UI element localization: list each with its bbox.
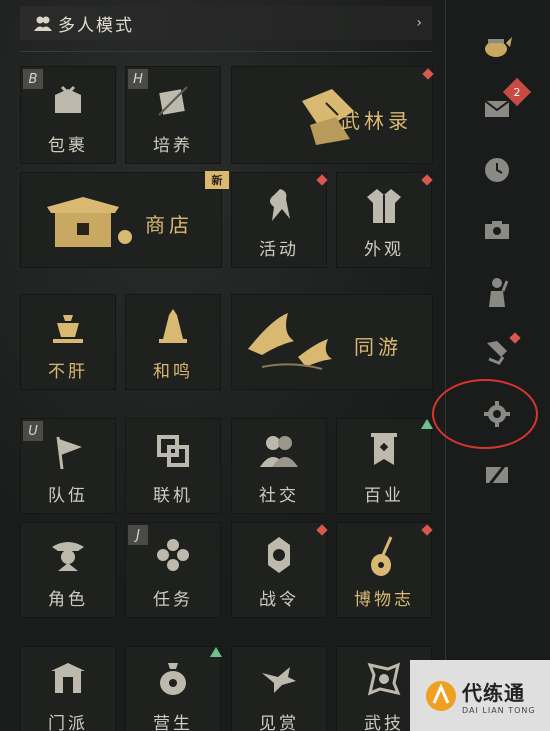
tile-menpai[interactable]: 门派 (20, 646, 116, 731)
mail-icon (484, 100, 510, 117)
teacup-icon (49, 309, 87, 349)
dove-icon (260, 663, 298, 699)
money-bag-icon (156, 661, 190, 701)
chevron-right-icon: › (416, 15, 422, 31)
watermark-en: DAI LIAN TONG (462, 705, 536, 715)
tile-label: 百业 (364, 486, 404, 506)
mode-label: 多人模式 (58, 15, 134, 36)
shop-icon (43, 193, 135, 257)
tile-label: 和鸣 (153, 362, 193, 382)
sidebar-pet-button[interactable] (480, 30, 514, 64)
lantern-icon (262, 535, 296, 579)
tile-wulinlu[interactable]: 武林录 (231, 66, 434, 164)
quest-flower-icon (155, 537, 191, 577)
tile-label: 门派 (48, 714, 88, 731)
tile-baoguo[interactable]: B 包裹 (20, 66, 116, 164)
tile-heming[interactable]: 和鸣 (125, 294, 221, 390)
flag-icon (50, 433, 86, 475)
tile-label: 商店 (145, 213, 193, 237)
hotkey-badge: B (23, 69, 43, 89)
notification-dot (421, 174, 433, 186)
swirl-icon (366, 661, 402, 701)
divider (20, 51, 432, 52)
tile-tongyou[interactable]: 同游 (231, 294, 433, 390)
tile-waiguan[interactable]: 外观 (336, 172, 433, 268)
watermark: 代练通 DAI LIAN TONG (410, 660, 550, 731)
pet-icon (485, 37, 512, 57)
sidebar-camera-button[interactable] (480, 213, 514, 247)
camera-icon (485, 221, 509, 239)
link-icon (155, 433, 191, 473)
tile-label: 博物志 (354, 590, 414, 610)
hand-scroll-icon (487, 341, 507, 365)
tile-label: 任务 (153, 590, 193, 610)
sidebar-gesture-button[interactable] (480, 334, 514, 368)
tile-label: 同游 (354, 335, 402, 359)
character-icon (48, 537, 88, 577)
notification-dot (316, 524, 328, 536)
tile-label: 培养 (153, 136, 193, 156)
tile-baiye[interactable]: 百业 (336, 418, 433, 514)
robe-icon (365, 185, 403, 229)
emote-icon (489, 278, 509, 307)
tile-juese[interactable]: 角色 (20, 522, 116, 618)
gate-icon (49, 661, 87, 699)
mail-count: 2 (513, 85, 521, 99)
tile-lianji[interactable]: 联机 (125, 418, 221, 514)
tile-label: 联机 (153, 486, 193, 506)
multiplayer-mode-bar[interactable]: 多人模式 › (20, 6, 432, 40)
tile-huodong[interactable]: 活动 (231, 172, 328, 268)
hotkey-badge: H (128, 69, 148, 89)
sidebar-emote-button[interactable] (480, 275, 514, 309)
tile-yingsheng[interactable]: 营生 (125, 646, 222, 731)
cranes-icon (242, 309, 342, 379)
tile-label: 见赏 (259, 714, 299, 731)
notification-dot (316, 174, 328, 186)
tile-label: 不肝 (48, 362, 88, 382)
hotkey-badge: J (128, 525, 148, 545)
notification-dot (422, 68, 434, 80)
notification-dot (421, 524, 433, 536)
bundle-icon (49, 81, 87, 123)
clock-icon (485, 158, 509, 182)
tile-label: 角色 (48, 590, 88, 610)
banner-icon (367, 431, 401, 475)
friends-icon (260, 433, 298, 473)
bird-icon (260, 185, 298, 229)
tile-label: 战令 (259, 590, 299, 610)
tile-label: 武林录 (340, 109, 412, 133)
tile-label: 包裹 (48, 136, 88, 156)
tile-bugan[interactable]: 不肝 (20, 294, 116, 390)
tile-duiwu[interactable]: U 队伍 (20, 418, 116, 514)
tile-renwu[interactable]: J 任务 (125, 522, 221, 618)
tile-peiyang[interactable]: H 培养 (125, 66, 221, 164)
tile-shangdian[interactable]: 商店 新 (20, 171, 229, 268)
new-badge: 新 (205, 171, 229, 189)
hotkey-badge: U (23, 421, 43, 441)
bell-icon (155, 307, 191, 351)
tile-jianshang[interactable]: 见赏 (231, 646, 327, 731)
tile-label: 队伍 (48, 486, 88, 506)
pipa-icon (367, 535, 401, 581)
tile-shejiao[interactable]: 社交 (231, 418, 327, 514)
sidebar-hide-ui-button[interactable] (480, 458, 514, 492)
tile-label: 外观 (364, 240, 404, 260)
upgrade-triangle (210, 647, 222, 657)
scroll-brush-icon (153, 81, 193, 125)
highlight-ring (432, 379, 538, 449)
people-icon (34, 15, 52, 31)
tile-label: 社交 (259, 486, 299, 506)
tile-zhanling[interactable]: 战令 (231, 522, 328, 618)
sidebar-clock-button[interactable] (480, 153, 514, 187)
tile-label: 营生 (153, 714, 193, 731)
tile-bowuzhi[interactable]: 博物志 (336, 522, 433, 618)
watermark-cn: 代练通 (462, 680, 525, 705)
tile-label: 活动 (259, 240, 299, 260)
daliantong-logo-icon (426, 680, 456, 711)
upgrade-triangle (421, 419, 433, 429)
hide-ui-icon (486, 465, 508, 485)
